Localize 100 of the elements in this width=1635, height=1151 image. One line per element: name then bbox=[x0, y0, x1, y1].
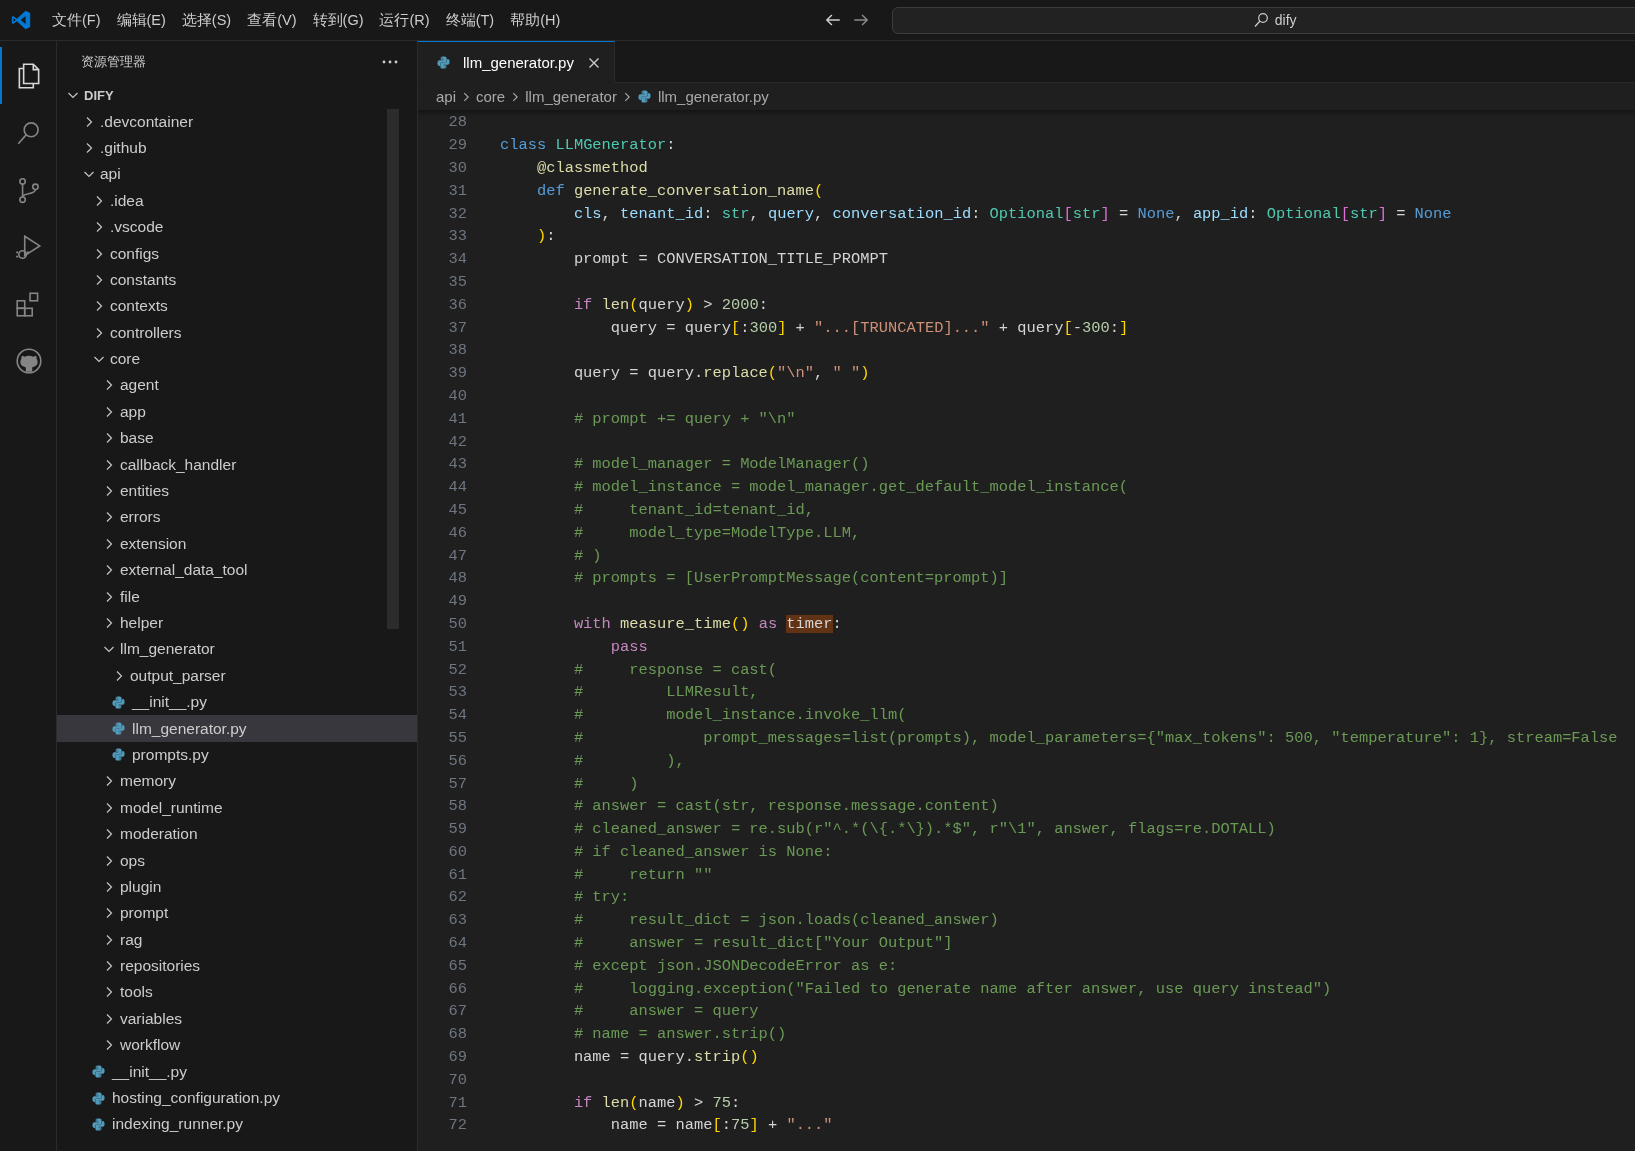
folder-entry[interactable]: .devcontainer bbox=[57, 108, 417, 135]
folder-entry[interactable]: configs bbox=[57, 240, 417, 267]
code-line: # answer = cast(str, response.message.content) bbox=[572, 797, 999, 816]
folder-entry[interactable]: tools bbox=[57, 979, 417, 1006]
folder-entry[interactable]: file bbox=[57, 583, 417, 610]
python-file-icon bbox=[111, 721, 126, 737]
code-line: # ) bbox=[572, 546, 602, 565]
line-number: 51 bbox=[447, 637, 467, 656]
folder-entry[interactable]: memory bbox=[57, 768, 417, 795]
line-number: 67 bbox=[447, 1002, 467, 1021]
menu-item[interactable]: 转到(G) bbox=[304, 6, 372, 34]
folder-entry[interactable]: .github bbox=[57, 134, 417, 162]
line-number: 58 bbox=[447, 797, 467, 816]
folder-entry[interactable]: errors bbox=[57, 504, 417, 531]
folder-entry[interactable]: agent bbox=[57, 372, 417, 399]
search-icon bbox=[1252, 12, 1269, 28]
script-entry[interactable]: hosting_configuration.py bbox=[57, 1084, 417, 1112]
folder-entry[interactable]: controllers bbox=[57, 319, 417, 346]
folder-entry[interactable]: .vscode bbox=[57, 213, 417, 241]
folder-entry[interactable]: ops bbox=[57, 847, 417, 874]
folder-entry[interactable]: app bbox=[57, 398, 417, 426]
code-line: # except json.JSONDecodeError as e: bbox=[572, 956, 898, 975]
folder-entry[interactable]: repositories bbox=[57, 952, 417, 980]
script-entry[interactable]: __init__.py bbox=[57, 1058, 417, 1085]
menu-item[interactable]: 编辑(E) bbox=[108, 6, 174, 34]
folder-entry[interactable]: output_parser bbox=[57, 662, 417, 689]
code-line: # answer = result_dict["Your Output"] bbox=[572, 934, 953, 953]
code-line: # cleaned_answer = re.sub(r"^.*(\{.*\}).*$", r"\1", answer, flags=re.DOTALL) bbox=[572, 820, 1276, 839]
python-file-icon bbox=[91, 1116, 106, 1132]
folder-entry[interactable]: base bbox=[57, 425, 417, 452]
folder-entry[interactable]: extension bbox=[57, 530, 417, 558]
folder-entry[interactable]: callback_handler bbox=[57, 451, 417, 478]
command-center-search[interactable]: dify bbox=[892, 6, 1635, 34]
breadcrumb-item[interactable]: llm_generator.py bbox=[657, 88, 769, 105]
folder-entry[interactable]: .idea bbox=[57, 187, 417, 214]
code-line: query = query.replace("\n", " ") bbox=[572, 364, 870, 383]
code-line: # LLMResult, bbox=[572, 683, 759, 702]
line-number: 66 bbox=[447, 979, 467, 998]
line-number: 28 bbox=[447, 113, 467, 132]
line-number: 52 bbox=[447, 660, 467, 679]
more-actions-icon[interactable] bbox=[381, 58, 399, 65]
line-number: 42 bbox=[447, 432, 467, 451]
breadcrumb-item[interactable]: llm_generator bbox=[525, 88, 617, 105]
folder-entry[interactable]: core bbox=[57, 345, 417, 373]
script-entry[interactable]: llm_generator.py bbox=[57, 715, 417, 742]
line-number: 31 bbox=[447, 181, 467, 200]
menu-item[interactable]: 帮助(H) bbox=[502, 6, 569, 34]
app-logo-icon[interactable] bbox=[10, 9, 32, 31]
code-line: with measure_time() as timer: bbox=[572, 614, 842, 633]
script-entry[interactable]: __init__.py bbox=[57, 689, 417, 716]
code-line: query = query[:300] + "...[TRUNCATED]..." + query[-300:] bbox=[609, 318, 1129, 337]
line-number: 63 bbox=[447, 911, 467, 930]
folder-entry[interactable]: api bbox=[57, 161, 417, 188]
folder-entry[interactable]: DIFY bbox=[57, 82, 417, 109]
line-number: 33 bbox=[447, 227, 467, 246]
code-line: # logging.exception("Failed to generate name after answer, use query instead") bbox=[572, 979, 1332, 998]
menu-item[interactable]: 查看(V) bbox=[239, 6, 305, 34]
breadcrumb-item[interactable]: core bbox=[476, 88, 506, 105]
code-line: # if cleaned_answer is None: bbox=[572, 842, 833, 861]
folder-entry[interactable]: entities bbox=[57, 477, 417, 505]
code-line: name = query.strip() bbox=[572, 1048, 759, 1067]
code-line: # model_instance.invoke_llm( bbox=[572, 706, 907, 725]
folder-entry[interactable]: llm_generator bbox=[57, 636, 417, 663]
folder-entry[interactable]: rag bbox=[57, 926, 417, 953]
folder-entry[interactable]: workflow bbox=[57, 1032, 417, 1059]
folder-entry[interactable]: variables bbox=[57, 1005, 417, 1033]
folder-entry[interactable]: model_runtime bbox=[57, 794, 417, 821]
code-line: name = name[:75] + "..." bbox=[609, 1116, 833, 1135]
line-number: 32 bbox=[447, 204, 467, 223]
code-line: # ), bbox=[572, 751, 685, 770]
menu-item[interactable]: 运行(R) bbox=[371, 6, 438, 34]
menu-item[interactable]: 文件(F) bbox=[44, 6, 109, 34]
code-line: # return "" bbox=[572, 865, 713, 884]
line-number: 64 bbox=[447, 934, 467, 953]
code-line: # ) bbox=[572, 774, 639, 793]
script-entry[interactable]: prompts.py bbox=[57, 741, 417, 769]
code-line: # model_instance = model_manager.get_default_model_instance( bbox=[572, 478, 1129, 497]
line-number: 68 bbox=[447, 1025, 467, 1044]
script-entry[interactable]: indexing_runner.py bbox=[57, 1111, 417, 1138]
octocat-circle-icon[interactable] bbox=[14, 345, 44, 376]
line-number: 61 bbox=[447, 865, 467, 884]
editor-tab[interactable]: llm_generator.py bbox=[418, 41, 615, 83]
line-number: 43 bbox=[447, 455, 467, 474]
folder-entry[interactable]: external_data_tool bbox=[57, 557, 417, 584]
line-number: 44 bbox=[447, 478, 467, 497]
code-line: # result_dict = json.loads(cleaned_answer) bbox=[572, 911, 999, 930]
folder-entry[interactable]: plugin bbox=[57, 873, 417, 901]
folder-entry[interactable]: prompt bbox=[57, 900, 417, 927]
breadcrumb-item[interactable]: api bbox=[436, 88, 457, 105]
line-number: 40 bbox=[447, 386, 467, 405]
code-line: # model_type=ModelType.LLM, bbox=[572, 523, 861, 542]
menu-item[interactable]: 选择(S) bbox=[173, 6, 240, 34]
folder-entry[interactable]: constants bbox=[57, 266, 417, 294]
folder-entry[interactable]: moderation bbox=[57, 820, 417, 848]
line-number: 65 bbox=[447, 956, 467, 975]
line-number: 39 bbox=[447, 364, 467, 383]
menu-item[interactable]: 终端(T) bbox=[437, 6, 503, 34]
folder-entry[interactable]: contexts bbox=[57, 293, 417, 320]
folder-entry[interactable]: helper bbox=[57, 609, 417, 637]
line-number: 54 bbox=[447, 706, 467, 725]
